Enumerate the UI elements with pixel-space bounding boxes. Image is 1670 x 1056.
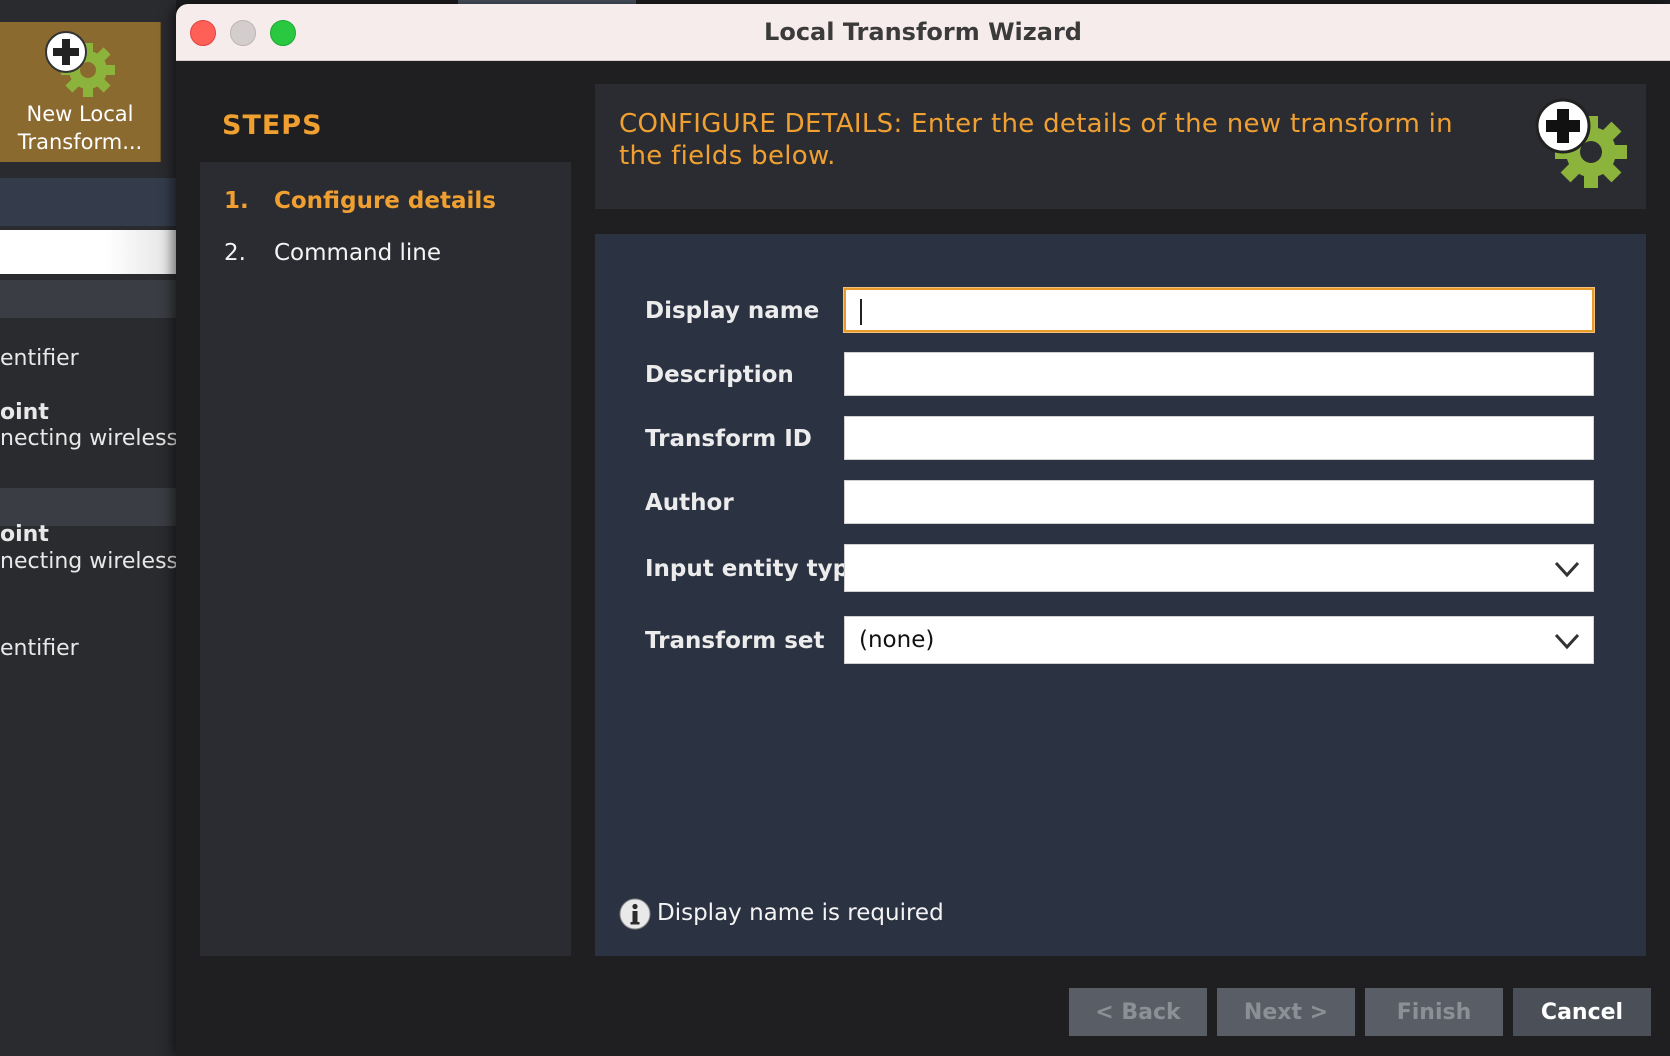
background-app-panel: New Local Transform... entifier oint nec… bbox=[0, 0, 176, 1056]
ribbon-label-line2: Transform... bbox=[17, 130, 143, 154]
transform-set-value: (none) bbox=[859, 627, 935, 653]
back-button[interactable]: < Back bbox=[1069, 988, 1207, 1036]
transform-set-label: Transform set bbox=[645, 628, 825, 654]
header-instructions: CONFIGURE DETAILS: Enter the details of … bbox=[619, 109, 1453, 171]
display-name-label: Display name bbox=[645, 298, 820, 324]
chevron-down-icon bbox=[1554, 561, 1580, 578]
cancel-button[interactable]: Cancel bbox=[1513, 988, 1651, 1036]
steps-heading: STEPS bbox=[222, 110, 323, 141]
background-list-text: entifier bbox=[0, 346, 79, 371]
validation-message-text: Display name is required bbox=[657, 900, 944, 926]
background-toolbar-band bbox=[0, 178, 176, 226]
transform-set-select[interactable]: (none) bbox=[844, 616, 1594, 664]
new-local-transform-ribbon-button[interactable]: New Local Transform... bbox=[0, 22, 161, 162]
input-entity-type-label: Input entity type bbox=[645, 556, 865, 582]
add-gear-icon bbox=[1535, 98, 1627, 188]
input-entity-type-select[interactable] bbox=[844, 544, 1594, 592]
ribbon-button-label: New Local Transform... bbox=[0, 100, 160, 156]
add-gear-icon bbox=[45, 31, 115, 97]
step-label: Configure details bbox=[274, 188, 496, 214]
background-section-header bbox=[0, 488, 176, 526]
author-input[interactable] bbox=[844, 480, 1594, 524]
ribbon-label-line1: New Local bbox=[26, 102, 134, 126]
display-name-input[interactable] bbox=[844, 288, 1594, 332]
steps-panel: 1. Configure details 2. Command line bbox=[200, 162, 571, 956]
background-section-header bbox=[0, 280, 176, 318]
finish-button[interactable]: Finish bbox=[1365, 988, 1503, 1036]
info-icon bbox=[619, 898, 651, 930]
text-caret bbox=[860, 299, 862, 325]
step-command-line[interactable]: 2. Command line bbox=[224, 240, 441, 266]
transform-id-input[interactable] bbox=[844, 416, 1594, 460]
details-form: Display name Description Transform ID Au… bbox=[595, 234, 1646, 956]
wizard-header: CONFIGURE DETAILS: Enter the details of … bbox=[595, 84, 1646, 209]
step-number: 2. bbox=[224, 240, 246, 266]
step-configure-details[interactable]: 1. Configure details bbox=[224, 188, 496, 214]
transform-id-label: Transform ID bbox=[645, 426, 812, 452]
step-number: 1. bbox=[224, 188, 249, 214]
author-label: Author bbox=[645, 490, 734, 516]
background-list-text: oint bbox=[0, 522, 49, 547]
local-transform-wizard-dialog: Local Transform Wizard STEPS 1. Configure… bbox=[176, 4, 1670, 1056]
description-label: Description bbox=[645, 362, 794, 388]
background-list-text: entifier bbox=[0, 636, 79, 661]
next-button[interactable]: Next > bbox=[1217, 988, 1355, 1036]
chevron-down-icon bbox=[1554, 633, 1580, 650]
window-titlebar: Local Transform Wizard bbox=[176, 4, 1670, 61]
background-list-text: necting wireless bbox=[0, 549, 176, 574]
description-input[interactable] bbox=[844, 352, 1594, 396]
window-title: Local Transform Wizard bbox=[764, 18, 1082, 46]
background-list-text: oint bbox=[0, 400, 49, 425]
step-label: Command line bbox=[274, 240, 442, 266]
background-search-field[interactable] bbox=[0, 230, 176, 274]
background-list-text: necting wireless bbox=[0, 426, 176, 451]
